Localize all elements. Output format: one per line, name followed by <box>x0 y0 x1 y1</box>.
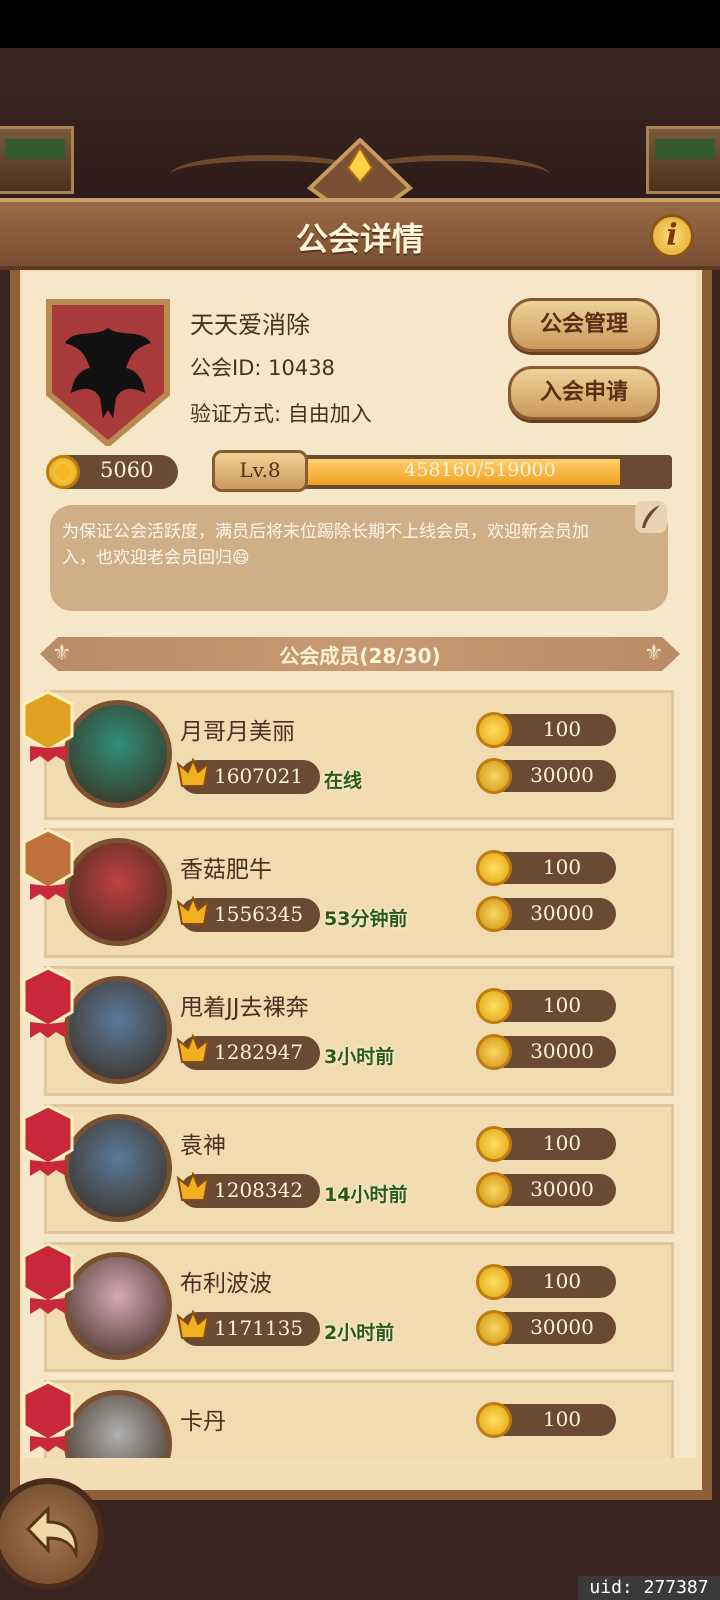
members-title: 公会成员(28/30) <box>279 644 441 668</box>
member-power: 1208342 <box>214 1178 304 1202</box>
member-card[interactable]: 卡丹 100 <box>22 1380 696 1458</box>
member-status: 53分钟前 <box>324 908 408 930</box>
guild-coins: 5060 <box>100 458 154 482</box>
member-coins: 100 <box>542 993 582 1017</box>
guild-notice: 为保证公会活跃度，满员后将末位踢除长期不上线会员，欢迎新会员加入，也欢迎老会员回… <box>50 505 668 611</box>
back-button[interactable] <box>0 1478 104 1590</box>
page-title: 公会详情 <box>295 220 424 258</box>
coin-icon <box>476 1264 512 1300</box>
coin-icon <box>476 1126 512 1162</box>
level-badge: Lv.8 <box>212 450 308 492</box>
gold-crown-badge <box>22 690 74 762</box>
coin-icon <box>476 988 512 1024</box>
member-coins: 100 <box>542 1131 582 1155</box>
power-fist-icon <box>176 1171 210 1201</box>
member-contribution: 30000 <box>530 1177 594 1201</box>
red-swords-badge <box>22 966 74 1038</box>
member-contribution: 30000 <box>530 1039 594 1063</box>
red-swords-badge <box>22 1104 74 1176</box>
member-coins: 100 <box>542 1269 582 1293</box>
power-fist-icon <box>176 757 210 787</box>
guild-join-method: 验证方式: 自由加入 <box>190 402 372 426</box>
member-card[interactable]: 月哥月美丽 1607021 在线 100 30000 <box>22 690 696 820</box>
member-coins: 100 <box>542 1407 582 1431</box>
member-name: 卡丹 <box>180 1409 226 1435</box>
coin-icon <box>476 1402 512 1438</box>
contribution-coin-icon <box>476 896 512 932</box>
member-name: 香菇肥牛 <box>180 857 272 883</box>
member-coins: 100 <box>542 717 582 741</box>
member-contribution: 30000 <box>530 1315 594 1339</box>
contribution-coin-icon <box>476 1034 512 1070</box>
member-status: 2小时前 <box>324 1322 395 1344</box>
member-name: 袁神 <box>180 1133 226 1159</box>
power-fist-icon <box>176 895 210 925</box>
member-avatar[interactable] <box>64 976 172 1084</box>
member-card[interactable]: 甩着JJ去裸奔 1282947 3小时前 100 30000 <box>22 966 696 1096</box>
member-avatar[interactable] <box>64 838 172 946</box>
member-name: 月哥月美丽 <box>180 719 295 745</box>
member-power: 1556345 <box>214 902 304 926</box>
info-icon[interactable]: i <box>650 214 694 258</box>
status-bar <box>0 0 720 48</box>
guild-name: 天天爱消除 <box>190 311 310 339</box>
member-status: 在线 <box>324 770 363 792</box>
power-fist-icon <box>176 1033 210 1063</box>
member-coins: 100 <box>542 855 582 879</box>
guild-id: 公会ID: 10438 <box>190 356 335 380</box>
member-card[interactable]: 香菇肥牛 1556345 53分钟前 100 30000 <box>22 828 696 958</box>
guild-manage-button[interactable]: 公会管理 <box>508 298 660 352</box>
contribution-coin-icon <box>476 1310 512 1346</box>
guild-emblem[interactable] <box>45 298 171 446</box>
member-card[interactable]: 布利波波 1171135 2小时前 100 30000 <box>22 1242 696 1372</box>
member-contribution: 30000 <box>530 763 594 787</box>
member-power: 1607021 <box>214 764 304 788</box>
member-avatar[interactable] <box>64 700 172 808</box>
member-avatar[interactable] <box>64 1252 172 1360</box>
coin-icon <box>476 712 512 748</box>
edit-feather-icon[interactable] <box>634 500 668 534</box>
uid-label: uid: 277387 <box>578 1576 720 1600</box>
member-power: 1171135 <box>214 1316 304 1340</box>
contribution-coin-icon <box>476 758 512 794</box>
member-status: 14小时前 <box>324 1184 408 1206</box>
member-status: 3小时前 <box>324 1046 395 1068</box>
right-pillar-decoration <box>646 126 720 194</box>
red-swords-badge <box>22 1242 74 1314</box>
member-list[interactable]: 月哥月美丽 1607021 在线 100 30000 香菇肥牛 1556345 53分钟前 10… <box>22 690 696 1458</box>
power-fist-icon <box>176 1309 210 1339</box>
member-avatar[interactable] <box>64 1114 172 1222</box>
red-swords-badge <box>22 1380 74 1452</box>
bronze-badge <box>22 828 74 900</box>
member-name: 甩着JJ去裸奔 <box>180 995 309 1021</box>
back-arrow-icon <box>25 1505 78 1560</box>
level-exp-text: 458160/519000 <box>404 459 556 481</box>
member-name: 布利波波 <box>180 1271 272 1297</box>
member-power: 1282947 <box>214 1040 304 1064</box>
join-requests-button[interactable]: 入会申请 <box>508 366 660 420</box>
coin-icon <box>476 850 512 886</box>
member-contribution: 30000 <box>530 901 594 925</box>
left-pillar-decoration <box>0 126 74 194</box>
contribution-coin-icon <box>476 1172 512 1208</box>
member-card[interactable]: 袁神 1208342 14小时前 100 30000 <box>22 1104 696 1234</box>
coin-icon <box>46 455 80 489</box>
